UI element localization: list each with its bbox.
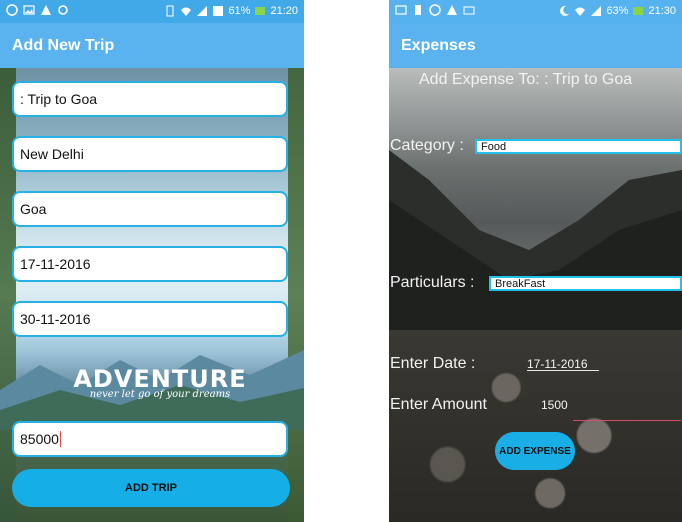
trip-name-value: : Trip to Goa: [20, 91, 98, 107]
add-trip-screen: 61% 21:20 Add New Trip : Trip to Goa New…: [0, 0, 304, 522]
destination-value: Goa: [20, 201, 47, 217]
status-bar: 61% 21:20: [0, 0, 304, 23]
image-icon: [395, 5, 407, 15]
amount-input-underline: [573, 420, 681, 421]
image-icon: [23, 5, 35, 15]
trip-name-field[interactable]: : Trip to Goa: [12, 81, 288, 117]
page-title: Expenses: [401, 37, 476, 54]
wifi-icon: [575, 7, 586, 16]
app-bar: Add New Trip: [0, 23, 304, 68]
origin-value: New Delhi: [20, 146, 84, 162]
amount-label: Enter Amount: [390, 396, 487, 413]
battery-percent: 63%: [606, 5, 629, 17]
whatsapp-icon: [429, 4, 441, 16]
particulars-label: Particulars :: [390, 274, 475, 291]
start-date-field[interactable]: 17-11-2016: [12, 246, 288, 282]
adventure-graphic: ADVENTURE never let go of your dreams: [70, 365, 250, 400]
start-date-value: 17-11-2016: [20, 256, 91, 272]
battery-icon: [633, 7, 644, 15]
moon-icon: [560, 5, 570, 16]
budget-value: 85000: [20, 431, 59, 447]
warning-icon: [447, 5, 457, 15]
mail-icon: [463, 6, 475, 15]
whatsapp-icon: [6, 4, 18, 16]
signal-icon: [197, 6, 208, 16]
end-date-field[interactable]: 30-11-2016: [12, 301, 288, 337]
signal-icon-2: [213, 6, 224, 16]
category-input[interactable]: Food: [475, 139, 682, 154]
category-label: Category :: [390, 137, 464, 154]
app-bar: Expenses: [389, 23, 682, 68]
expense-heading: Add Expense To: : Trip to Goa: [419, 71, 633, 88]
adventure-tagline: never let go of your dreams: [89, 389, 231, 400]
particulars-input[interactable]: BreakFast: [489, 276, 682, 291]
signal-icon: [591, 6, 602, 16]
date-underline: [527, 370, 599, 371]
add-trip-button[interactable]: ADD TRIP: [12, 469, 290, 507]
warning-icon: [41, 5, 51, 15]
phone-icon: [415, 5, 421, 15]
date-label: Enter Date :: [390, 355, 476, 372]
expenses-screen: 63% 21:30 Expenses Add Expense To: : Tri…: [389, 0, 682, 522]
date-value[interactable]: 17-11-2016: [527, 357, 588, 371]
wifi-icon: [181, 7, 192, 16]
origin-field[interactable]: New Delhi: [12, 136, 288, 172]
status-bar: 63% 21:30: [389, 0, 682, 23]
particulars-value: BreakFast: [495, 277, 546, 290]
category-value: Food: [481, 140, 507, 153]
battery-icon: [255, 7, 266, 15]
add-expense-button[interactable]: ADD EXPENSE: [495, 432, 575, 470]
status-time: 21:30: [648, 5, 676, 17]
page-title: Add New Trip: [12, 37, 115, 54]
budget-field[interactable]: 85000: [12, 421, 288, 457]
text-cursor: [59, 431, 61, 447]
battery-percent: 61%: [228, 5, 251, 17]
amount-value[interactable]: 1500: [541, 398, 568, 412]
status-time: 21:20: [270, 5, 298, 17]
sync-icon: [58, 5, 68, 15]
destination-field[interactable]: Goa: [12, 191, 288, 227]
end-date-value: 30-11-2016: [20, 311, 91, 327]
vibrate-icon: [166, 5, 174, 17]
tree-foliage-right: [288, 68, 304, 522]
